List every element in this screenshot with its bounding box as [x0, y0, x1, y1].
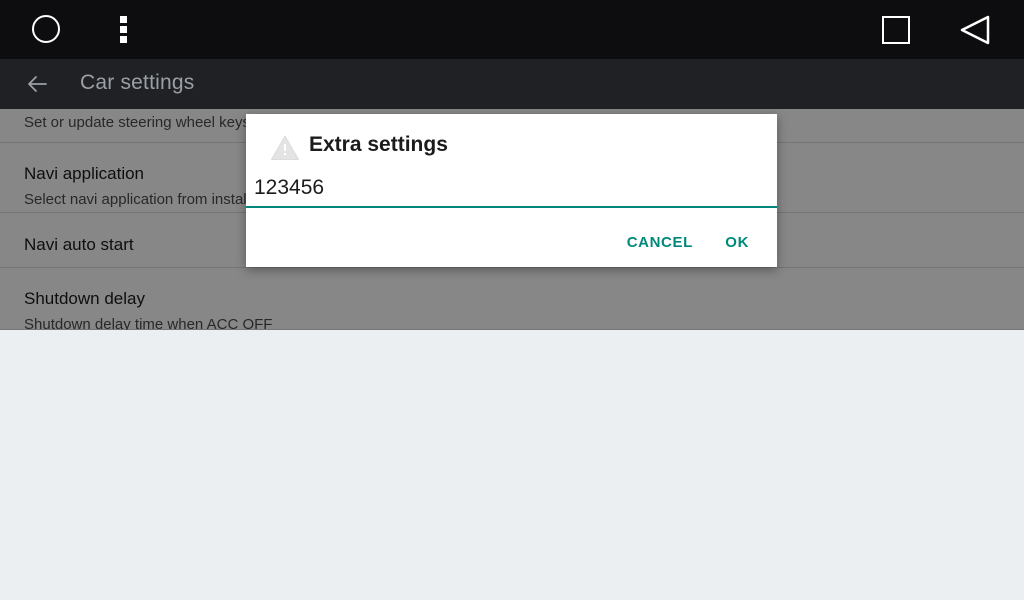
overflow-dot — [120, 36, 127, 43]
arrow-back-icon[interactable] — [25, 72, 49, 96]
overflow-dot — [120, 26, 127, 33]
dialog-actions: CANCEL OK — [246, 226, 777, 259]
overflow-dot — [120, 16, 127, 23]
numeric-keyboard: - + . ✳ / , ( ) = 1 2 3 4 5 6 7 8 9 ✳ 0 … — [0, 330, 1024, 600]
cancel-button[interactable]: CANCEL — [613, 226, 707, 259]
dialog-header: Extra settings — [246, 114, 777, 176]
extra-settings-dialog: Extra settings CANCEL OK — [246, 114, 777, 267]
screen-root: Set or update steering wheel keys Navi a… — [0, 0, 1024, 600]
system-navigation-bar — [0, 0, 1024, 59]
action-bar: Car settings — [0, 59, 1024, 109]
ok-button[interactable]: OK — [711, 226, 763, 259]
dialog-input-row — [246, 176, 777, 208]
warning-triangle-icon — [270, 134, 300, 161]
overflow-menu-icon[interactable] — [120, 16, 127, 43]
triangle-back-icon[interactable] — [958, 14, 992, 46]
dialog-title: Extra settings — [309, 133, 448, 156]
page-title: Car settings — [80, 71, 195, 94]
circle-home-icon[interactable] — [32, 15, 60, 43]
extra-settings-input[interactable] — [246, 176, 777, 208]
square-recents-icon[interactable] — [882, 16, 910, 44]
